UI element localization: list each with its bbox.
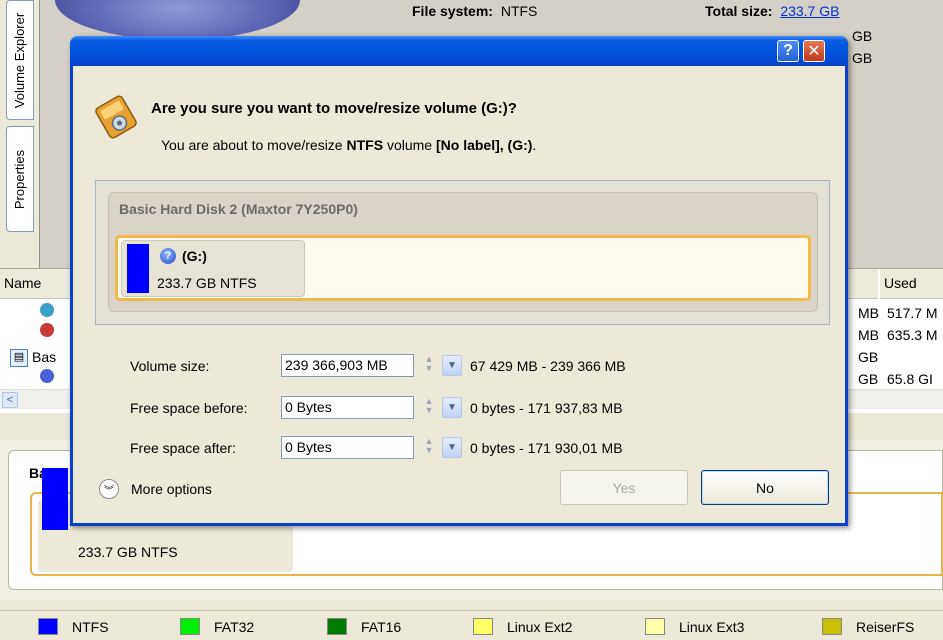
free-before-range: 0 bytes - 171 937,83 MB (470, 400, 623, 416)
yes-button[interactable]: Yes (560, 470, 688, 505)
description-text: You are about to move/resize (161, 137, 347, 153)
ntfs-color-bar (127, 244, 149, 293)
question-icon: ? (160, 248, 176, 264)
disk-preview-box: Basic Hard Disk 2 (Maxtor 7Y250P0) ? (G:… (108, 192, 818, 312)
disk-icon (40, 369, 54, 383)
file-system-label: File system: NTFS (412, 3, 538, 19)
legend-swatch (180, 618, 200, 635)
disk-icon (40, 323, 54, 337)
tab-volume-explorer[interactable]: Volume Explorer (6, 0, 34, 120)
legend-swatch (645, 618, 665, 635)
legend-item-linux-ext2: Linux Ext2 (473, 618, 572, 635)
free-before-input[interactable]: 0 Bytes (281, 396, 414, 419)
close-button[interactable]: ✕ (803, 40, 825, 62)
legend-label: FAT32 (214, 618, 255, 635)
list-cell-used: 517.7 M (887, 305, 938, 321)
list-item-basic-disk[interactable]: Bas (32, 349, 56, 365)
list-cell-unit: MB (858, 305, 879, 321)
volume-size-dropdown[interactable]: ▼ (442, 355, 462, 376)
volume-size-input[interactable]: 239 366,903 MB (281, 354, 414, 377)
volume-size-spinner[interactable]: ▲ ▼ (421, 355, 437, 375)
column-header-used[interactable]: Used (880, 269, 943, 299)
filesystem-legend: NTFS FAT32 FAT16 Linux Ext2 Linux Ext3 R… (0, 610, 943, 640)
help-button[interactable]: ? (777, 40, 799, 62)
column-header-blank[interactable] (848, 269, 878, 299)
free-before-dropdown[interactable]: ▼ (442, 397, 462, 418)
disk-title: Basic Hard Disk 2 (Maxtor 7Y250P0) (119, 201, 358, 217)
ntfs-bar (42, 468, 68, 530)
info-partial-2: GB (852, 50, 873, 66)
disk-preview-area: Basic Hard Disk 2 (Maxtor 7Y250P0) ? (G:… (95, 180, 830, 325)
disk-icon (40, 303, 54, 317)
resize-volume-dialog: ? ✕ Are you sure you want to move/resize… (70, 36, 848, 526)
total-size-label: Total size: 233.7 GB (705, 3, 840, 19)
free-after-range: 0 bytes - 171 930,01 MB (470, 440, 623, 456)
legend-item-ntfs: NTFS (38, 618, 109, 635)
free-before-label: Free space before: (130, 400, 248, 416)
free-before-spinner[interactable]: ▲ ▼ (421, 397, 437, 417)
tab-properties[interactable]: Properties (6, 126, 34, 232)
legend-swatch (38, 618, 58, 635)
list-cell-used: 635.3 M (887, 327, 938, 343)
description-text: volume (383, 137, 436, 153)
list-cell-unit: GB (858, 371, 879, 387)
legend-swatch (473, 618, 493, 635)
legend-swatch (822, 618, 842, 635)
basic-disk-icon: ▤ (10, 349, 28, 367)
free-after-label: Free space after: (130, 440, 236, 456)
legend-label: FAT16 (361, 618, 402, 635)
side-tab-bar: Volume Explorer Properties (0, 0, 40, 268)
legend-item-fat32: FAT32 (180, 618, 254, 635)
dialog-titlebar[interactable]: ? ✕ (70, 36, 848, 66)
list-cell-unit: GB (858, 349, 879, 365)
volume-frame[interactable]: ? (G:) 233.7 GB NTFS (115, 235, 811, 301)
free-after-spinner[interactable]: ▲ ▼ (421, 437, 437, 457)
legend-label: Linux Ext3 (679, 618, 745, 635)
volume-size-range: 67 429 MB - 239 366 MB (470, 358, 626, 374)
move-resize-icon (95, 95, 137, 139)
free-after-dropdown[interactable]: ▼ (442, 437, 462, 458)
info-partial-1: GB (852, 28, 873, 44)
legend-label: Linux Ext2 (507, 618, 573, 635)
description-volume: [No label], (G:) (435, 137, 533, 153)
more-options-label: More options (131, 481, 212, 497)
volume-letter: (G:) (182, 248, 207, 264)
legend-swatch (327, 618, 347, 635)
scroll-left-icon[interactable]: < (2, 392, 18, 408)
legend-item-linux-ext3: Linux Ext3 (645, 618, 744, 635)
free-after-input[interactable]: 0 Bytes (281, 436, 414, 459)
list-cell-unit: MB (858, 327, 879, 343)
list-cell-used: 65.8 GI (887, 371, 933, 387)
volume-cell[interactable]: ? (G:) 233.7 GB NTFS (121, 240, 305, 297)
disk-map-volume-size: 233.7 GB NTFS (78, 544, 178, 560)
dialog-description: You are about to move/resize NTFS volume… (161, 137, 536, 153)
legend-label: ReiserFS (856, 618, 915, 635)
description-text: . (532, 137, 537, 153)
double-chevron-down-icon[interactable]: ︾ (99, 479, 119, 499)
description-filesystem: NTFS (346, 137, 384, 153)
column-header-name[interactable]: Name (0, 269, 70, 299)
file-system-value: NTFS (500, 3, 538, 19)
legend-label: NTFS (72, 618, 109, 635)
dialog-question: Are you sure you want to move/resize vol… (151, 100, 517, 117)
volume-size-label: 233.7 GB NTFS (157, 275, 257, 291)
legend-item-reiserfs: ReiserFS (822, 618, 914, 635)
no-button[interactable]: No (701, 470, 829, 505)
more-options-toggle[interactable]: ︾ More options (99, 479, 212, 499)
total-size-link[interactable]: 233.7 GB (780, 3, 839, 19)
volume-size-label: Volume size: (130, 358, 210, 374)
legend-item-fat16: FAT16 (327, 618, 401, 635)
